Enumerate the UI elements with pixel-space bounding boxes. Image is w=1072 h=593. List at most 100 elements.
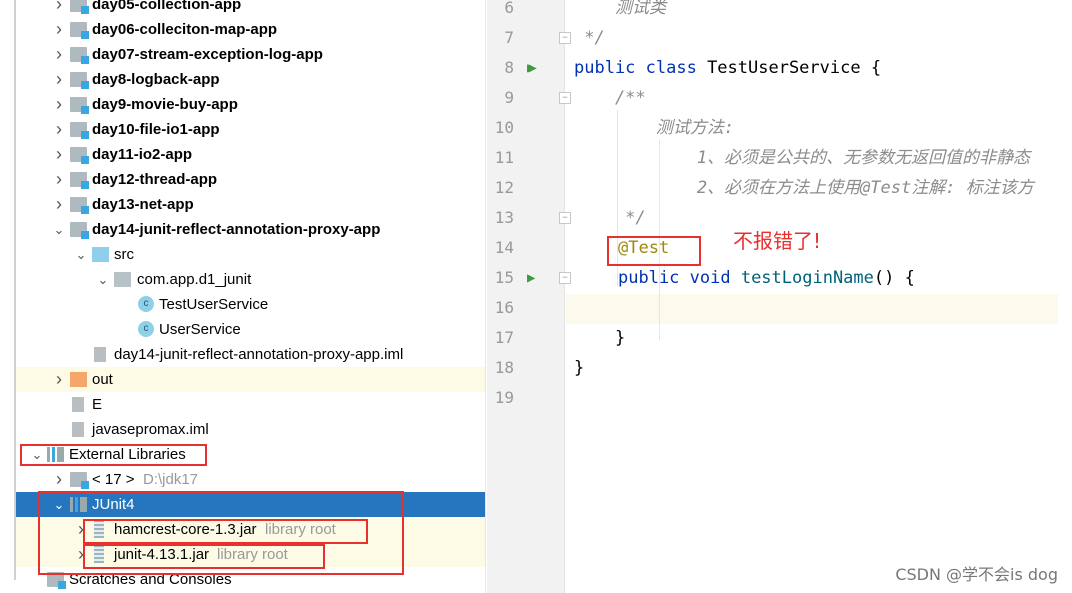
line-number: 17 <box>494 328 514 347</box>
chevron-right-icon[interactable]: › <box>53 367 65 392</box>
fold-icon[interactable]: − <box>559 32 571 44</box>
tree-item[interactable]: ⌄ com.app.d1_junit <box>16 267 485 292</box>
chevron-right-icon[interactable]: › <box>53 17 65 42</box>
chevron-down-icon[interactable]: ⌄ <box>53 217 65 242</box>
chevron-right-icon[interactable]: › <box>53 192 65 217</box>
punctuation: () { <box>873 268 915 288</box>
chevron-right-icon[interactable]: › <box>53 67 65 92</box>
tree-item[interactable]: › day05-collection-app <box>16 0 485 17</box>
tree-item[interactable]: › day11-io2-app <box>16 142 485 167</box>
tree-item-label: day14-junit-reflect-annotation-proxy-app… <box>114 346 404 363</box>
fold-icon[interactable]: − <box>559 212 571 224</box>
tree-item[interactable]: E <box>16 392 485 417</box>
line-number: 9 <box>504 88 514 107</box>
module-folder-icon <box>70 72 89 89</box>
package-icon <box>114 272 131 287</box>
module-folder-icon <box>70 97 89 114</box>
line-number: 18 <box>494 358 514 377</box>
tree-item-label: day10-file-io1-app <box>92 121 220 138</box>
code-editor[interactable]: 6 7 8 9 10 11 12 13 14 15 16 17 18 19 测试类 */− public c… <box>487 0 1072 593</box>
line-number: 11 <box>494 148 514 167</box>
tree-item[interactable]: c UserService <box>16 317 485 342</box>
tree-item[interactable]: › day06-colleciton-map-app <box>16 17 485 42</box>
tree-item[interactable]: javasepromax.iml <box>16 417 485 442</box>
module-folder-icon <box>70 122 89 139</box>
code-line[interactable]: public void testLoginName() { <box>618 263 915 293</box>
module-folder-icon <box>70 197 89 214</box>
current-line-highlight <box>566 294 1058 324</box>
line-number: 19 <box>494 388 514 407</box>
module-folder-icon <box>70 172 89 189</box>
keyword: public void <box>618 268 741 288</box>
line-number: 13 <box>494 208 514 227</box>
file-icon <box>94 347 106 362</box>
tree-item-label: day05-collection-app <box>92 0 242 13</box>
tree-item-label: TestUserService <box>159 296 269 313</box>
tree-item-label: com.app.d1_junit <box>137 271 252 288</box>
tree-item-label: out <box>92 371 113 388</box>
tree-item-label: UserService <box>159 321 241 338</box>
chevron-right-icon[interactable]: › <box>53 92 65 117</box>
tree-item[interactable]: › out <box>16 367 485 392</box>
watermark: CSDN @学不会is dog <box>895 565 1058 584</box>
code-line[interactable]: */ <box>574 23 604 53</box>
line-number: 10 <box>494 118 514 137</box>
tree-item[interactable]: ⌄ day14-junit-reflect-annotation-proxy-ap… <box>16 217 485 242</box>
module-folder-icon <box>70 47 89 64</box>
code-line[interactable]: */ <box>574 203 645 233</box>
code-line[interactable]: 1、必须是公共的、无参数无返回值的非静态 <box>574 143 1030 173</box>
code-line[interactable]: } <box>574 323 625 353</box>
run-gutter-icon[interactable]: ▶ <box>527 263 535 293</box>
tree-item-label: < 17 > <box>92 471 135 488</box>
tree-item-label: day13-net-app <box>92 196 194 213</box>
code-line[interactable]: /** <box>574 83 646 113</box>
tree-item-label: src <box>114 246 134 263</box>
chevron-right-icon[interactable]: › <box>53 117 65 142</box>
tree-item[interactable]: c TestUserService <box>16 292 485 317</box>
code-line[interactable]: public class TestUserService { <box>574 53 881 83</box>
annotation-note: 不报错了! <box>733 229 822 253</box>
line-number: 14 <box>494 238 514 257</box>
tree-item[interactable]: › day13-net-app <box>16 192 485 217</box>
tree-item[interactable]: › day8-logback-app <box>16 67 485 92</box>
tree-item-label: day12-thread-app <box>92 171 218 188</box>
line-number: 8 <box>504 58 514 77</box>
tree-item[interactable]: › day9-movie-buy-app <box>16 92 485 117</box>
tree-item-hint-wrap: D:\jdk17 <box>143 467 198 492</box>
tree-item-label: day06-colleciton-map-app <box>92 21 278 38</box>
chevron-right-icon[interactable]: › <box>53 42 65 67</box>
tree-item-label: day8-logback-app <box>92 71 220 88</box>
tree-item-hint: D:\jdk17 <box>143 471 199 488</box>
chevron-down-icon[interactable]: ⌄ <box>75 242 87 267</box>
line-number: 15 <box>494 268 514 287</box>
output-folder-icon <box>70 372 87 387</box>
tree-item[interactable]: › day12-thread-app <box>16 167 485 192</box>
indent-guide <box>617 110 618 236</box>
code-line[interactable]: 2、必须在方法上使用@Test注解: 标注该方 <box>574 173 1034 203</box>
tree-item-label: javasepromax.iml <box>92 421 209 438</box>
chevron-right-icon[interactable]: › <box>53 0 65 17</box>
identifier: TestUserService { <box>707 58 882 78</box>
chevron-right-icon[interactable]: › <box>53 467 65 492</box>
tree-item-label: day14-junit-reflect-annotation-proxy-app <box>92 221 381 238</box>
line-number: 16 <box>494 298 514 317</box>
tree-item[interactable]: ⌄ src <box>16 242 485 267</box>
chevron-right-icon[interactable]: › <box>53 167 65 192</box>
chevron-down-icon[interactable]: ⌄ <box>97 267 109 292</box>
fold-icon[interactable]: − <box>559 92 571 104</box>
module-folder-icon <box>70 0 89 14</box>
run-gutter-icon[interactable]: ▶▶ <box>527 53 537 83</box>
tree-item[interactable]: › < 17 > D:\jdk17 <box>16 467 485 492</box>
tree-item[interactable]: day14-junit-reflect-annotation-proxy-app… <box>16 342 485 367</box>
editor-gutter: 6 7 8 9 10 11 12 13 14 15 16 17 18 19 <box>487 0 565 593</box>
fold-icon[interactable]: − <box>559 272 571 284</box>
code-line[interactable]: } <box>574 353 584 383</box>
tree-item[interactable]: › day07-stream-exception-log-app <box>16 42 485 67</box>
code-line[interactable]: 测试类 <box>574 0 666 23</box>
java-class-icon: c <box>138 321 154 337</box>
code-line[interactable]: 测试方法: <box>574 113 734 143</box>
identifier: testLoginName <box>740 268 874 288</box>
chevron-right-icon[interactable]: › <box>53 142 65 167</box>
tree-item[interactable]: › day10-file-io1-app <box>16 117 485 142</box>
file-icon <box>72 397 84 412</box>
